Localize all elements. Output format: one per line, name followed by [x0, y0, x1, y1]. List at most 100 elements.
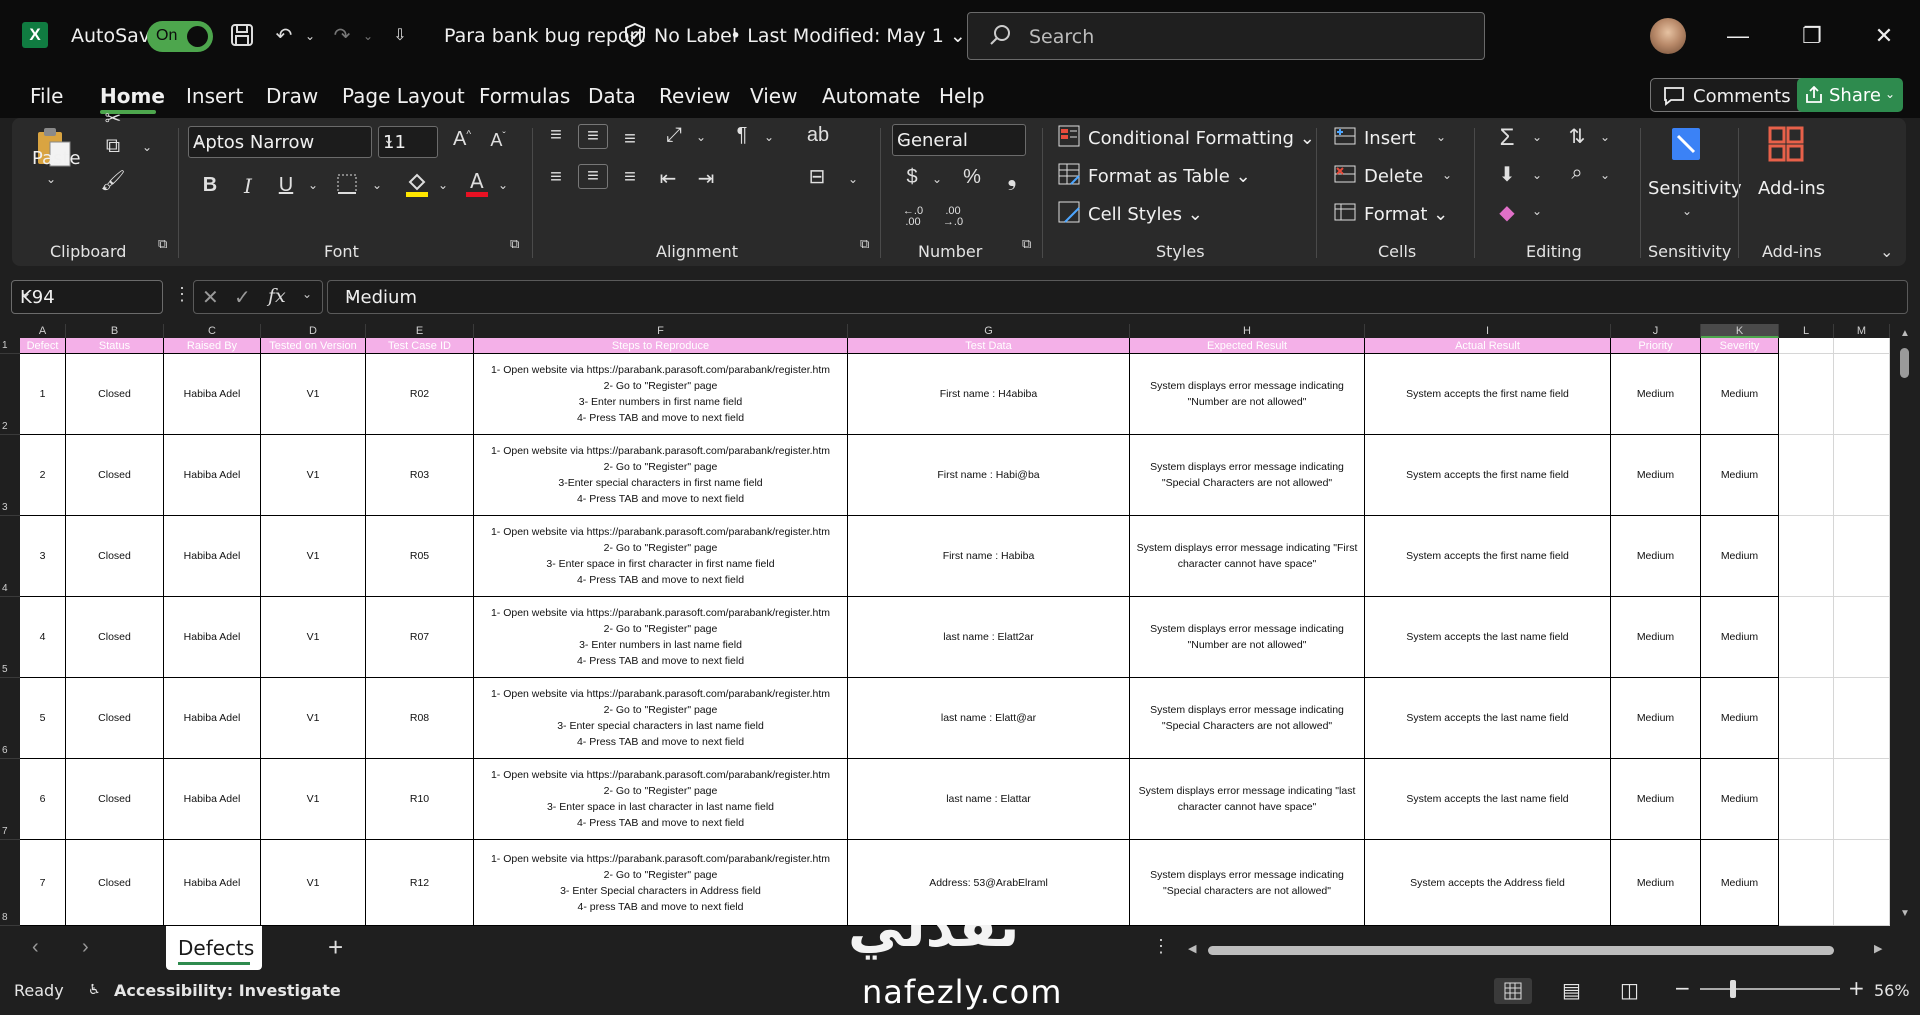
table-cell-test-data[interactable]: First name : Habiba [848, 516, 1130, 597]
zoom-level[interactable]: 56% [1874, 981, 1910, 1000]
align-right-icon[interactable]: ≡ [616, 166, 644, 189]
scroll-up-icon[interactable]: ▲ [1900, 328, 1910, 339]
add-ins-icon[interactable] [1766, 124, 1806, 170]
table-cell-status[interactable]: Closed [66, 597, 164, 678]
redo-icon[interactable]: ↷ [328, 22, 356, 50]
table-cell-defect[interactable]: 3 [20, 516, 66, 597]
tab-help[interactable]: Help [939, 84, 985, 108]
row-header-3[interactable]: 3 [0, 435, 20, 516]
table-cell-defect[interactable]: 1 [20, 354, 66, 435]
sensitivity-label[interactable]: No Label [654, 25, 737, 47]
table-cell-expected[interactable]: System displays error message indicating… [1130, 678, 1365, 759]
table-cell-steps[interactable]: 1- Open website via https://parabank.par… [474, 354, 848, 435]
table-cell-severity[interactable]: Medium [1701, 354, 1779, 435]
column-header-m[interactable]: M [1834, 324, 1890, 338]
fill-dropdown-chevron-icon[interactable]: ⌄ [1532, 168, 1542, 182]
header-cell[interactable]: Expected Result [1130, 338, 1365, 354]
table-cell-version[interactable]: V1 [261, 435, 366, 516]
table-cell-priority[interactable]: Medium [1611, 435, 1701, 516]
normal-view-button[interactable] [1494, 978, 1532, 1004]
currency-dropdown-chevron-icon[interactable]: ⌄ [932, 172, 942, 186]
table-cell-defect[interactable]: 7 [20, 840, 66, 926]
table-cell-defect[interactable]: 2 [20, 435, 66, 516]
table-cell-test-data[interactable]: last name : Elatt@ar [848, 678, 1130, 759]
table-cell-severity[interactable]: Medium [1701, 759, 1779, 840]
accessibility-status[interactable]: Accessibility: Investigate [114, 981, 341, 1000]
table-cell-actual[interactable]: System accepts the Address field [1365, 840, 1611, 926]
delete-dropdown-chevron-icon[interactable]: ⌄ [1442, 168, 1452, 182]
table-cell-test-data[interactable]: last name : Elatt2ar [848, 597, 1130, 678]
tab-options-icon[interactable]: ⋮ [1152, 936, 1170, 957]
align-top-icon[interactable]: ≡ [542, 124, 570, 147]
column-header-a[interactable]: A [20, 324, 66, 338]
sheet-tab-defects[interactable]: Defects [166, 926, 262, 970]
sensitivity-dropdown-chevron-icon[interactable]: ⌄ [1682, 204, 1692, 218]
table-cell-steps[interactable]: 1- Open website via https://parabank.par… [474, 516, 848, 597]
table-cell-defect[interactable]: 5 [20, 678, 66, 759]
empty-cell[interactable] [1834, 516, 1890, 597]
empty-cell[interactable] [1834, 678, 1890, 759]
decrease-font-size-icon[interactable]: Aˇ [484, 130, 512, 151]
row-header-7[interactable]: 7 [0, 759, 20, 840]
align-center-icon[interactable]: ≡ [578, 164, 608, 189]
header-cell[interactable]: Status [66, 338, 164, 354]
vertical-scrollbar[interactable]: ▲ ▼ [1890, 324, 1920, 926]
alignment-launcher-icon[interactable]: ⧉ [860, 236, 869, 252]
table-cell-actual[interactable]: System accepts the last name field [1365, 678, 1611, 759]
sensitivity-button[interactable]: Sensitivity [1648, 178, 1742, 199]
autosum-dropdown-chevron-icon[interactable]: ⌄ [1532, 130, 1542, 144]
column-header-h[interactable]: H [1130, 324, 1365, 338]
empty-cell[interactable] [1834, 840, 1890, 926]
conditional-formatting-icon[interactable] [1056, 124, 1082, 154]
page-break-view-icon[interactable]: ◫ [1620, 978, 1639, 1002]
autosum-icon[interactable]: Σ [1494, 124, 1520, 152]
tab-data[interactable]: Data [588, 84, 636, 108]
fill-icon[interactable]: ⬇ [1494, 162, 1520, 187]
table-cell-steps[interactable]: 1- Open website via https://parabank.par… [474, 435, 848, 516]
table-cell-priority[interactable]: Medium [1611, 759, 1701, 840]
header-cell[interactable]: Priority [1611, 338, 1701, 354]
restore-icon[interactable]: ❐ [1792, 20, 1832, 52]
row-header-4[interactable]: 4 [0, 516, 20, 597]
column-header-l[interactable]: L [1779, 324, 1834, 338]
borders-icon[interactable] [334, 172, 360, 202]
expand-formula-bar-chevron-icon[interactable]: ⌄ [345, 285, 1897, 304]
text-direction-icon[interactable]: ¶ [728, 124, 756, 147]
text-direction-dropdown-chevron-icon[interactable]: ⌄ [764, 130, 774, 144]
table-cell-tc-id[interactable]: R07 [366, 597, 474, 678]
delete-cells-button[interactable]: Delete [1364, 166, 1423, 187]
table-cell-steps[interactable]: 1- Open website via https://parabank.par… [474, 840, 848, 926]
header-cell[interactable]: Tested on Version [261, 338, 366, 354]
header-cell[interactable]: Test Data [848, 338, 1130, 354]
scroll-left-icon[interactable]: ◀ [1188, 942, 1196, 955]
tab-draw[interactable]: Draw [266, 84, 318, 108]
formula-input[interactable]: Medium ⌄ [327, 280, 1908, 314]
more-options-icon[interactable]: ⋮ [173, 284, 191, 305]
column-header-d[interactable]: D [261, 324, 366, 338]
paste-label[interactable]: Paste [32, 148, 81, 169]
table-cell-priority[interactable]: Medium [1611, 840, 1701, 926]
tab-file[interactable]: File [30, 84, 63, 108]
cut-icon[interactable]: ✂ [100, 106, 126, 131]
table-cell-severity[interactable]: Medium [1701, 678, 1779, 759]
align-left-icon[interactable]: ≡ [542, 166, 570, 189]
sensitivity-icon[interactable] [1666, 124, 1706, 170]
scroll-down-icon[interactable]: ▼ [1900, 908, 1910, 919]
align-middle-icon[interactable]: ≡ [578, 124, 608, 149]
clear-icon[interactable]: ◆ [1494, 200, 1520, 225]
undo-dropdown-chevron-icon[interactable]: ⌄ [296, 22, 324, 50]
tab-review[interactable]: Review [659, 84, 730, 108]
orientation-icon[interactable]: ⤢ [660, 124, 688, 147]
column-header-i[interactable]: I [1365, 324, 1611, 338]
column-header-c[interactable]: C [164, 324, 261, 338]
table-cell-status[interactable]: Closed [66, 840, 164, 926]
table-cell-test-data[interactable]: First name : Habi@ba [848, 435, 1130, 516]
cell-styles-icon[interactable] [1056, 200, 1082, 230]
comments-button[interactable]: Comments [1650, 78, 1814, 112]
empty-cell[interactable] [1834, 354, 1890, 435]
zoom-slider[interactable] [1700, 980, 1840, 998]
table-cell-steps[interactable]: 1- Open website via https://parabank.par… [474, 678, 848, 759]
header-cell[interactable]: Severity [1701, 338, 1779, 354]
italic-icon[interactable]: I [236, 174, 260, 198]
format-cells-button[interactable]: Format ⌄ [1364, 204, 1448, 225]
